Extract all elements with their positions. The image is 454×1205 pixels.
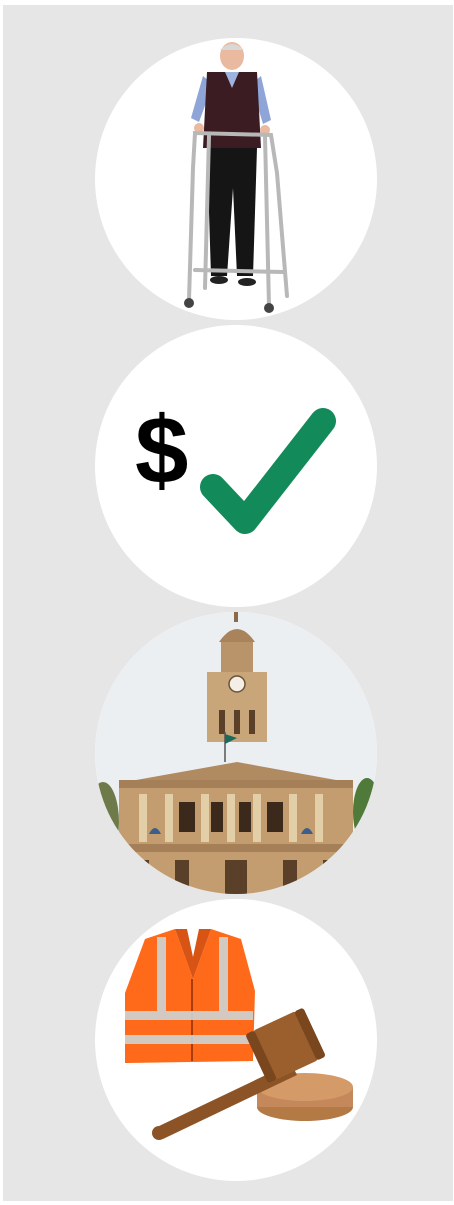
town-hall-building-icon	[95, 612, 377, 894]
safety-vest-and-gavel-icon	[95, 899, 377, 1181]
check-icon	[200, 408, 336, 534]
money-approved-icon: $	[95, 325, 377, 607]
illustration-panel: $	[3, 5, 453, 1201]
elderly-man-walking-frame-icon	[95, 38, 377, 320]
